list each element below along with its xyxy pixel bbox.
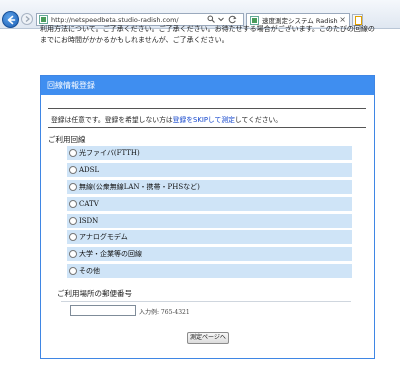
option-analog-modem[interactable]: アナログモデム bbox=[67, 230, 352, 245]
arrow-right-icon bbox=[25, 16, 30, 22]
intro-text-after: してください。 bbox=[234, 116, 283, 124]
option-label: ADSL bbox=[79, 165, 100, 174]
skip-registration-link[interactable]: 登録をSKIPして測定 bbox=[173, 116, 235, 124]
option-label: 光ファイバ(FTTH) bbox=[79, 149, 140, 157]
option-label: その他 bbox=[79, 267, 100, 276]
line-info-panel: 回線情報登録 登録は任意です。登録を希望しない方は登録をSKIPして測定してくだ… bbox=[40, 75, 375, 359]
notice-line-2: までにお時間がかかるかもしれませんが、ご了承ください。 bbox=[40, 36, 229, 44]
radio-button[interactable] bbox=[69, 216, 77, 225]
postal-code-title: ご利用場所の郵便番号 bbox=[57, 289, 132, 298]
notice-text: 利用方法について。ご了承ください。ご了承ください。お待たせする場合がございます。… bbox=[40, 24, 400, 46]
intro-text-before: 登録は任意です。登録を希望しない方は bbox=[51, 116, 173, 124]
panel-header: 回線情報登録 bbox=[41, 76, 374, 95]
radio-button[interactable] bbox=[69, 182, 77, 191]
option-label: 大学・企業等の回線 bbox=[79, 250, 142, 259]
arrow-left-icon bbox=[7, 15, 15, 24]
divider-bottom bbox=[48, 127, 366, 128]
divider-top bbox=[48, 108, 366, 109]
option-adsl[interactable]: ADSL bbox=[67, 162, 352, 177]
radio-button[interactable] bbox=[69, 233, 77, 242]
radio-button[interactable] bbox=[69, 267, 77, 276]
option-other[interactable]: その他 bbox=[67, 264, 352, 279]
option-wireless[interactable]: 無線(公衆無線LAN・携帯・PHSなど) bbox=[67, 179, 352, 194]
option-catv[interactable]: CATV bbox=[67, 196, 352, 211]
option-label: ISDN bbox=[79, 216, 99, 225]
notice-line-1: 利用方法について。ご了承ください。ご了承ください。お待たせする場合がございます。… bbox=[40, 25, 375, 33]
intro-text: 登録は任意です。登録を希望しない方は登録をSKIPして測定してください。 bbox=[51, 114, 282, 124]
postal-code-input[interactable] bbox=[70, 305, 136, 316]
radio-button[interactable] bbox=[69, 250, 77, 259]
line-type-options: 光ファイバ(FTTH) ADSL 無線(公衆無線LAN・携帯・PHSなど) CA… bbox=[67, 146, 352, 281]
option-ftth[interactable]: 光ファイバ(FTTH) bbox=[67, 146, 352, 160]
radio-button[interactable] bbox=[69, 165, 77, 174]
option-isdn[interactable]: ISDN bbox=[67, 213, 352, 228]
line-type-title: ご利用回線 bbox=[48, 135, 86, 144]
option-label: CATV bbox=[79, 199, 99, 208]
back-button[interactable] bbox=[2, 11, 19, 28]
go-to-measurement-button[interactable]: 測定ページへ bbox=[187, 332, 229, 344]
option-university-corporate[interactable]: 大学・企業等の回線 bbox=[67, 247, 352, 262]
option-label: アナログモデム bbox=[79, 233, 128, 242]
radio-button[interactable] bbox=[69, 149, 77, 157]
postal-code-example: 入力例: 765-4321 bbox=[139, 309, 190, 316]
option-label: 無線(公衆無線LAN・携帯・PHSなど) bbox=[79, 182, 200, 191]
radio-button[interactable] bbox=[69, 199, 77, 208]
postal-divider bbox=[61, 301, 351, 302]
forward-button[interactable] bbox=[21, 13, 33, 25]
page-favicon-icon bbox=[39, 15, 48, 24]
